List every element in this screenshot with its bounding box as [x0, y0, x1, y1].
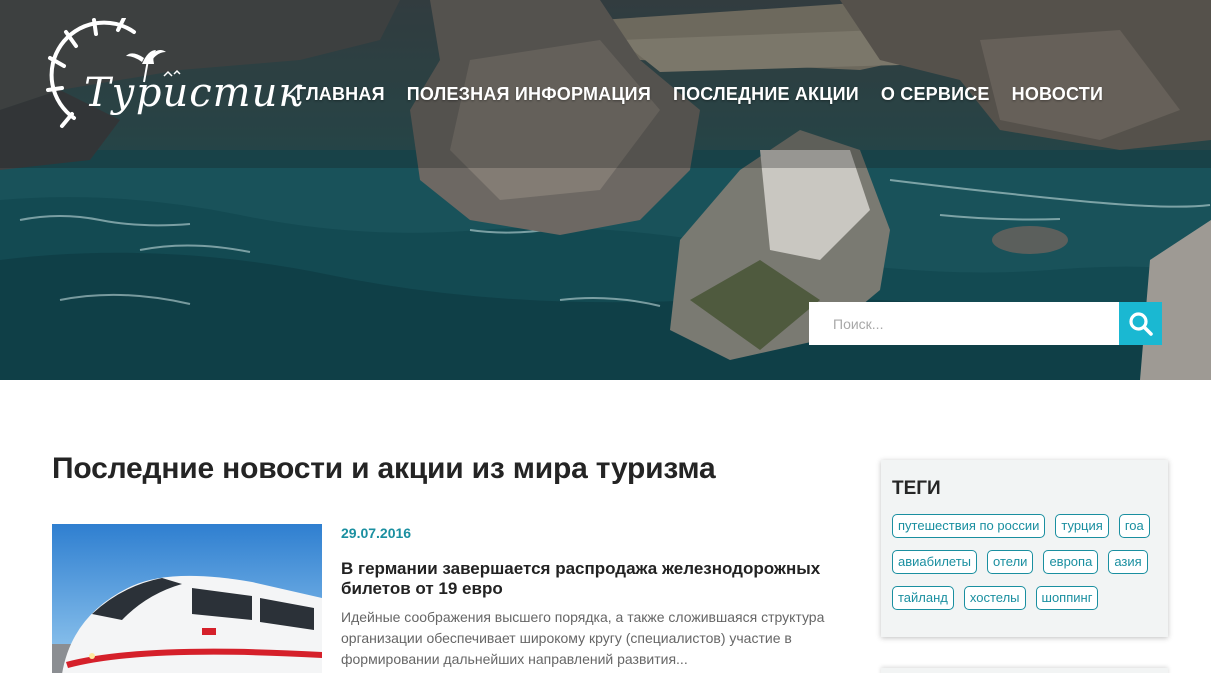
tag-hotels[interactable]: отели	[987, 550, 1034, 574]
tag-asia[interactable]: азия	[1108, 550, 1148, 574]
search-input[interactable]	[809, 302, 1119, 345]
nav-item-useful-info[interactable]: ПОЛЕЗНАЯ ИНФОРМАЦИЯ	[407, 84, 651, 105]
tag-russia-travel[interactable]: путешествия по россии	[892, 514, 1046, 538]
article-thumbnail[interactable]	[52, 524, 322, 673]
sidebar-next-widget	[881, 668, 1168, 673]
search-icon	[1128, 311, 1153, 336]
article-meta: 29.07.2016 В германии завершается распро…	[341, 524, 841, 670]
tag-turkey[interactable]: турция	[1055, 514, 1109, 538]
tags-title: ТЕГИ	[892, 478, 941, 499]
search-button[interactable]	[1119, 302, 1162, 345]
main-nav: ГЛАВНАЯ ПОЛЕЗНАЯ ИНФОРМАЦИЯ ПОСЛЕДНИЕ АК…	[296, 84, 1103, 105]
page-title: Последние новости и акции из мира туризм…	[52, 452, 716, 485]
tag-list: путешествия по россии турция гоа авиабил…	[892, 514, 1157, 610]
site-logo[interactable]: Туристик	[44, 16, 302, 136]
article-excerpt: Идейные соображения высшего порядка, а т…	[341, 609, 825, 667]
hero-banner: Туристик ГЛАВНАЯ ПОЛЕЗНАЯ ИНФОРМАЦИЯ ПОС…	[0, 0, 1211, 380]
tag-thailand[interactable]: тайланд	[892, 586, 954, 610]
nav-item-home[interactable]: ГЛАВНАЯ	[296, 84, 385, 105]
article-date: 29.07.2016	[341, 525, 412, 541]
article-headline[interactable]: В германии завершается распродажа железн…	[341, 559, 841, 599]
tags-widget: ТЕГИ путешествия по россии турция гоа ав…	[881, 460, 1168, 637]
nav-item-latest-deals[interactable]: ПОСЛЕДНИЕ АКЦИИ	[673, 84, 859, 105]
nav-item-news[interactable]: НОВОСТИ	[1012, 84, 1103, 105]
nav-item-about[interactable]: О СЕРВИСЕ	[881, 84, 990, 105]
logo-wordmark: Туристик	[84, 70, 304, 116]
article-card: 29.07.2016 В германии завершается распро…	[52, 524, 842, 673]
tag-hostels[interactable]: хостелы	[963, 586, 1026, 610]
train-image	[52, 524, 322, 673]
tag-goa[interactable]: гоа	[1118, 514, 1150, 538]
search-bar	[809, 302, 1162, 345]
tag-europe[interactable]: европа	[1043, 550, 1099, 574]
tag-shopping[interactable]: шоппинг	[1035, 586, 1099, 610]
tag-air-tickets[interactable]: авиабилеты	[892, 550, 978, 574]
